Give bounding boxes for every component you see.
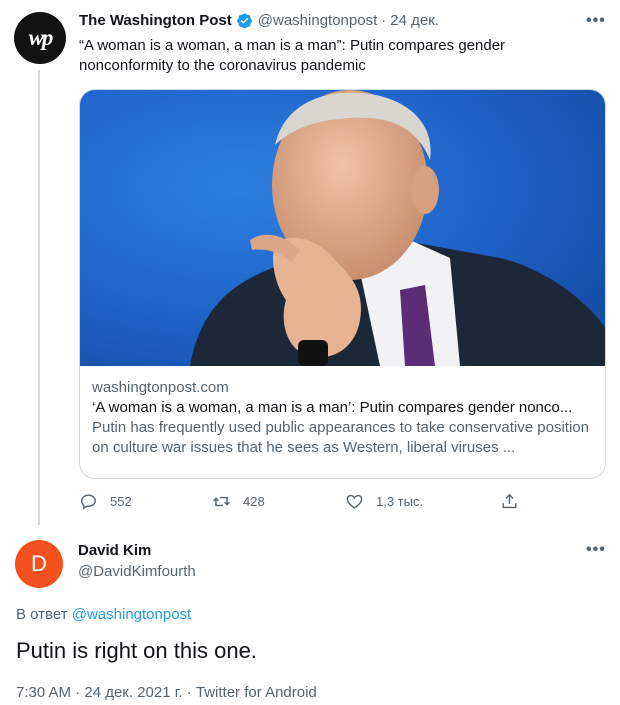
tweet-actions: 552 428 1,3 тыс. — [79, 492, 519, 516]
share-icon — [502, 493, 517, 509]
reply-to-handle-link[interactable]: @washingtonpost — [72, 606, 191, 623]
card-meta: washingtonpost.com ‘A woman is a woman, … — [92, 378, 597, 458]
retweet-count: 428 — [243, 494, 265, 509]
avatar-text: wp — [28, 25, 54, 50]
reply-icon — [81, 494, 96, 510]
card-domain: washingtonpost.com — [92, 379, 229, 396]
reply-author-avatar[interactable]: D — [15, 540, 63, 588]
more-icon[interactable]: ••• — [586, 12, 606, 30]
card-image — [80, 90, 605, 366]
thread-connector-line — [38, 70, 40, 525]
verified-badge-icon — [236, 13, 252, 29]
author-avatar[interactable]: wp — [14, 12, 66, 64]
reply-to-prefix: В ответ — [16, 606, 68, 623]
more-icon[interactable]: ••• — [586, 541, 606, 559]
author-handle[interactable]: @washingtonpost — [258, 12, 377, 29]
reply-timestamp[interactable]: 7:30 AM · 24 дек. 2021 г. · Twitter for … — [16, 684, 317, 701]
heart-icon — [346, 494, 363, 509]
share-button[interactable] — [500, 492, 531, 511]
author-name[interactable]: The Washington Post — [79, 12, 232, 29]
separator: · — [381, 12, 387, 29]
reply-to-line: В ответ @washingtonpost — [16, 606, 191, 623]
reply-text: Putin is right on this one. — [16, 638, 257, 663]
card-description: Putin has frequently used public appeara… — [92, 419, 589, 456]
retweet-button[interactable]: 428 — [212, 492, 265, 511]
link-card[interactable]: washingtonpost.com ‘A woman is a woman, … — [79, 89, 606, 479]
card-title: ‘A woman is a woman, a man is a man’: Pu… — [92, 399, 573, 416]
retweet-icon — [213, 496, 230, 507]
reply-button[interactable]: 552 — [79, 492, 132, 511]
tweet-date[interactable]: 24 дек. — [390, 12, 439, 29]
like-button[interactable]: 1,3 тыс. — [345, 492, 423, 511]
reply-author-handle[interactable]: @DavidKimfourth — [78, 563, 196, 580]
reply-count: 552 — [110, 494, 132, 509]
tweet-washingtonpost[interactable]: wp The Washington Post @washingtonpost ·… — [0, 0, 620, 525]
tweet-header: The Washington Post @washingtonpost · 24… — [79, 12, 439, 29]
like-count: 1,3 тыс. — [376, 494, 424, 509]
reply-author-name[interactable]: David Kim — [78, 542, 151, 559]
tweet-text: “A woman is a woman, a man is a man”: Pu… — [79, 37, 506, 74]
